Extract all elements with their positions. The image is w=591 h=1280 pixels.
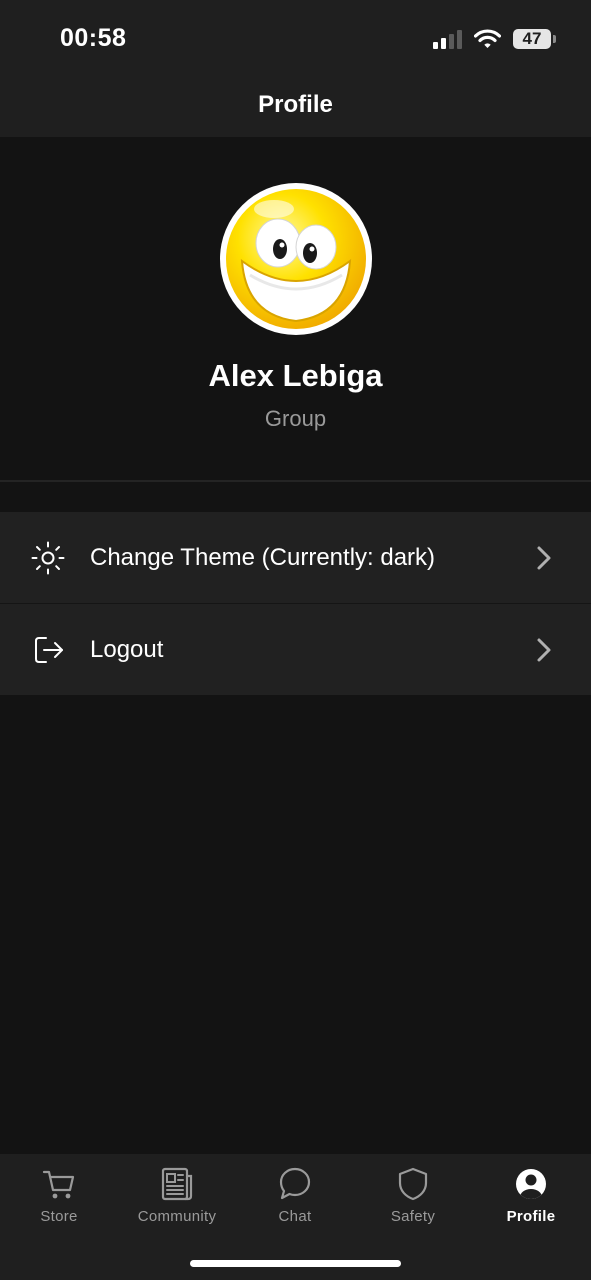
logout-item[interactable]: Logout (0, 603, 591, 695)
avatar (220, 183, 372, 335)
nav-item-community[interactable]: Community (118, 1164, 236, 1230)
nav-item-chat[interactable]: Chat (236, 1164, 354, 1230)
wifi-icon (474, 29, 501, 48)
cellular-signal-icon (433, 29, 462, 49)
profile-subtitle: Group (264, 406, 327, 431)
home-indicator[interactable] (190, 1260, 401, 1267)
change-theme-label: Change Theme (Currently: dark) (90, 543, 436, 571)
battery-level: 47 (522, 29, 542, 48)
nav-item-profile[interactable]: Profile (472, 1164, 590, 1230)
battery-icon: 47 (513, 29, 556, 49)
chat-bubble-icon (279, 1167, 311, 1200)
nav-label-store: Store (40, 1208, 78, 1225)
logout-label: Logout (90, 635, 164, 663)
status-time: 00:58 (60, 24, 127, 52)
newspaper-icon (161, 1167, 193, 1201)
page-title: Profile (258, 90, 333, 118)
chevron-right-icon (537, 546, 551, 570)
smiley-face-avatar (226, 189, 366, 329)
header: Profile (0, 80, 591, 137)
status-bar: 00:58 47 (0, 0, 591, 80)
nav-item-store[interactable]: Store (0, 1164, 118, 1230)
logout-icon (35, 637, 63, 663)
divider (0, 480, 591, 482)
cart-icon (42, 1170, 75, 1199)
chevron-right-icon (537, 638, 551, 662)
nav-label-community: Community (137, 1208, 217, 1225)
nav-label-safety: Safety (390, 1208, 436, 1225)
nav-item-safety[interactable]: Safety (354, 1164, 472, 1230)
nav-label-profile: Profile (506, 1208, 556, 1225)
status-icons: 47 (433, 27, 556, 51)
profile-name: Alex Lebiga (208, 358, 383, 393)
profile-screen: 00:58 47 Profile Alex Lebiga Group Chang… (0, 0, 591, 1280)
change-theme-item[interactable]: Change Theme (Currently: dark) (0, 512, 591, 603)
shield-icon (398, 1167, 428, 1201)
user-circle-icon (516, 1169, 546, 1199)
settings-menu: Change Theme (Currently: dark) Logout (0, 512, 591, 695)
sun-icon (31, 541, 65, 575)
nav-label-chat: Chat (278, 1208, 312, 1225)
